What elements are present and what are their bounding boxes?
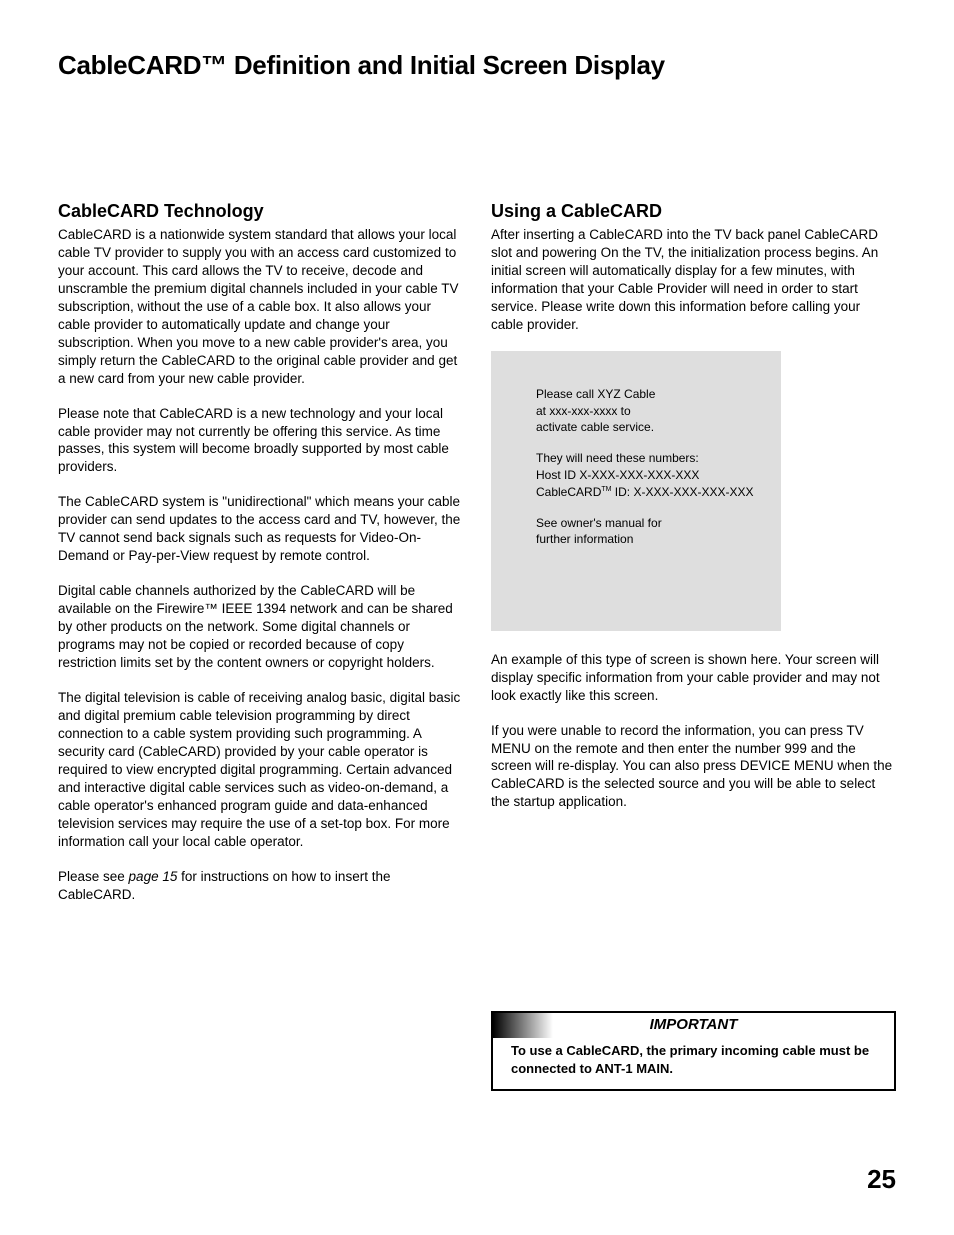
example-line: Please call XYZ Cable bbox=[536, 386, 781, 403]
example-line: See owner's manual for bbox=[536, 515, 781, 532]
important-header: IMPORTANT bbox=[493, 1013, 894, 1038]
example-line: at xxx-xxx-xxxx to bbox=[536, 403, 781, 420]
right-column: Using a CableCARD After inserting a Cabl… bbox=[491, 201, 896, 1091]
using-paragraph-3: If you were unable to record the informa… bbox=[491, 722, 896, 812]
tech-paragraph-4: Digital cable channels authorized by the… bbox=[58, 582, 463, 672]
tech-p6-pre: Please see bbox=[58, 869, 129, 884]
example-line: They will need these numbers: bbox=[536, 450, 781, 467]
important-body: To use a CableCARD, the primary incoming… bbox=[493, 1038, 894, 1089]
example-block-1: Please call XYZ Cable at xxx-xxx-xxxx to… bbox=[536, 386, 781, 436]
example-block-2: They will need these numbers: Host ID X-… bbox=[536, 450, 781, 500]
left-column: CableCARD Technology CableCARD is a nati… bbox=[58, 201, 463, 1091]
tech-paragraph-3: The CableCARD system is "unidirectional"… bbox=[58, 493, 463, 565]
page-number: 25 bbox=[867, 1164, 896, 1195]
cablecard-technology-heading: CableCARD Technology bbox=[58, 201, 463, 222]
example-line: CableCARDTM ID: X-XXX-XXX-XXX-XXX bbox=[536, 484, 781, 501]
tech-paragraph-5: The digital television is cable of recei… bbox=[58, 689, 463, 851]
tech-paragraph-2: Please note that CableCARD is a new tech… bbox=[58, 405, 463, 477]
page-reference: page 15 bbox=[129, 869, 178, 884]
using-paragraph-2: An example of this type of screen is sho… bbox=[491, 651, 896, 705]
tm-superscript: TM bbox=[601, 486, 611, 493]
tech-paragraph-1: CableCARD is a nationwide system standar… bbox=[58, 226, 463, 388]
tech-paragraph-6: Please see page 15 for instructions on h… bbox=[58, 868, 463, 904]
example-line: Host ID X-XXX-XXX-XXX-XXX bbox=[536, 467, 781, 484]
example-screen-box: Please call XYZ Cable at xxx-xxx-xxxx to… bbox=[491, 351, 781, 631]
two-column-layout: CableCARD Technology CableCARD is a nati… bbox=[58, 201, 896, 1091]
example-line: activate cable service. bbox=[536, 419, 781, 436]
gradient-decoration bbox=[493, 1013, 553, 1038]
important-callout: IMPORTANT To use a CableCARD, the primar… bbox=[491, 1011, 896, 1091]
example-block-3: See owner's manual for further informati… bbox=[536, 515, 781, 549]
example-screen-content: Please call XYZ Cable at xxx-xxx-xxxx to… bbox=[536, 386, 781, 548]
using-cablecard-heading: Using a CableCARD bbox=[491, 201, 896, 222]
page-title: CableCARD™ Definition and Initial Screen… bbox=[58, 50, 896, 81]
important-title: IMPORTANT bbox=[650, 1016, 738, 1033]
using-paragraph-1: After inserting a CableCARD into the TV … bbox=[491, 226, 896, 334]
example-line: further information bbox=[536, 531, 781, 548]
